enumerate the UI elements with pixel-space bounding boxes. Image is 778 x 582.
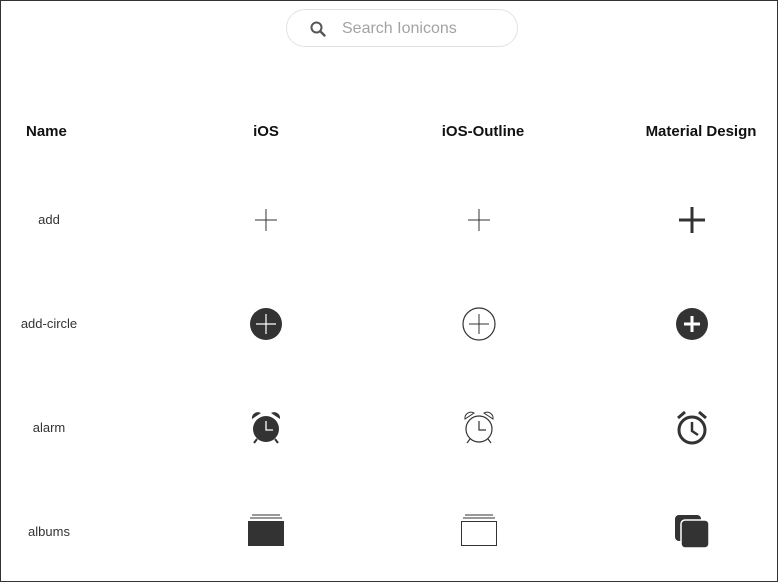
- search-icon: [310, 21, 326, 37]
- add-ios-icon[interactable]: [246, 200, 286, 240]
- column-header-ios-outline: iOS-Outline: [441, 123, 525, 140]
- add-circle-outline-icon[interactable]: [459, 304, 499, 344]
- column-header-ios: iOS: [253, 123, 279, 140]
- icon-name: add: [38, 212, 60, 227]
- ionicons-page: Name iOS iOS-Outline Material Design add…: [0, 0, 778, 582]
- albums-md-icon[interactable]: [672, 512, 712, 552]
- albums-ios-icon[interactable]: [246, 512, 286, 552]
- alarm-outline-icon[interactable]: [459, 408, 499, 448]
- table-row: albums: [1, 512, 777, 552]
- table-row: add: [1, 200, 777, 240]
- search-input[interactable]: [342, 18, 507, 40]
- alarm-md-icon[interactable]: [672, 408, 712, 448]
- add-outline-icon[interactable]: [459, 200, 499, 240]
- table-row: alarm: [1, 408, 777, 448]
- add-md-icon[interactable]: [672, 200, 712, 240]
- icon-name: albums: [28, 524, 70, 539]
- alarm-ios-icon[interactable]: [246, 408, 286, 448]
- table-row: add-circle: [1, 304, 777, 344]
- column-header-material-design: Material Design: [645, 123, 757, 140]
- column-header-name: Name: [26, 123, 67, 140]
- icon-name: alarm: [32, 420, 66, 435]
- albums-outline-icon[interactable]: [459, 512, 499, 552]
- icon-name: add-circle: [20, 316, 78, 331]
- add-circle-ios-icon[interactable]: [246, 304, 286, 344]
- search-box[interactable]: [286, 9, 518, 47]
- add-circle-md-icon[interactable]: [672, 304, 712, 344]
